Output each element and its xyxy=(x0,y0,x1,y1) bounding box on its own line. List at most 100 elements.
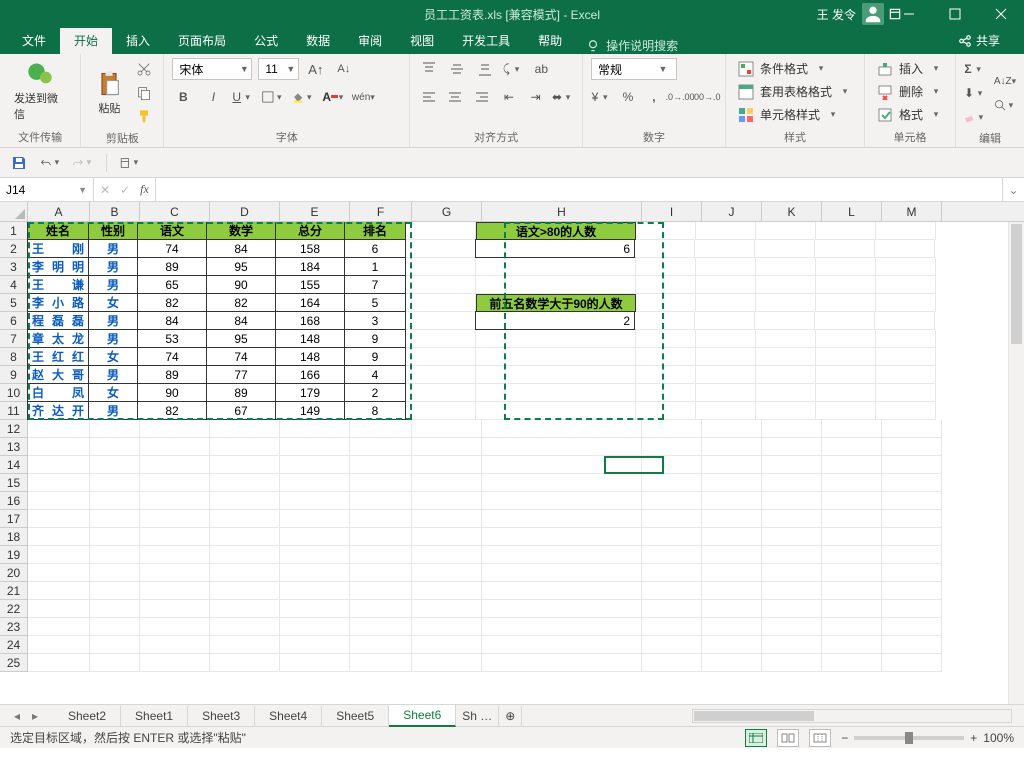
cell[interactable] xyxy=(210,420,280,438)
cell[interactable] xyxy=(476,366,636,384)
cell[interactable] xyxy=(280,510,350,528)
cell[interactable] xyxy=(882,564,942,582)
cell[interactable]: 82 xyxy=(206,293,276,312)
zoom-in-button[interactable]: + xyxy=(970,731,977,745)
cell[interactable] xyxy=(696,258,756,276)
cell[interactable] xyxy=(696,276,756,294)
cell[interactable] xyxy=(210,492,280,510)
cell[interactable]: 白 凤 xyxy=(27,383,89,402)
tab-developer[interactable]: 开发工具 xyxy=(448,27,524,54)
cell[interactable] xyxy=(350,492,412,510)
cell[interactable] xyxy=(882,456,942,474)
cell[interactable] xyxy=(816,276,876,294)
merge-button[interactable]: ⬌▾ xyxy=(552,86,574,108)
cell[interactable] xyxy=(280,636,350,654)
row-header[interactable]: 23 xyxy=(0,618,28,636)
cell[interactable]: 女 xyxy=(88,383,138,402)
cancel-formula-button[interactable]: ✕ xyxy=(100,183,110,197)
cell[interactable] xyxy=(875,240,935,258)
cell[interactable]: 90 xyxy=(206,275,276,294)
cell[interactable]: 1 xyxy=(344,257,406,276)
cell[interactable] xyxy=(210,546,280,564)
cell[interactable] xyxy=(482,618,642,636)
cell[interactable] xyxy=(280,546,350,564)
cell[interactable] xyxy=(876,330,936,348)
cell[interactable] xyxy=(762,546,822,564)
cell[interactable] xyxy=(90,510,140,528)
cell[interactable] xyxy=(280,654,350,672)
cell[interactable] xyxy=(816,258,876,276)
cell[interactable] xyxy=(636,330,696,348)
cell[interactable] xyxy=(882,474,942,492)
cell[interactable] xyxy=(412,546,482,564)
paste-button[interactable]: 粘贴 xyxy=(89,68,129,118)
cell[interactable] xyxy=(815,312,875,330)
cell[interactable]: 9 xyxy=(344,347,406,366)
cell[interactable] xyxy=(350,474,412,492)
cell[interactable] xyxy=(755,240,815,258)
cell[interactable] xyxy=(756,276,816,294)
cell[interactable]: 李 明 明 xyxy=(27,257,89,276)
cell[interactable] xyxy=(816,366,876,384)
cell[interactable]: 179 xyxy=(275,383,345,402)
cell[interactable] xyxy=(882,492,942,510)
sheet-tab[interactable]: Sheet1 xyxy=(121,706,188,726)
name-box[interactable]: J14▼ xyxy=(0,178,94,201)
cell[interactable] xyxy=(695,240,755,258)
cell[interactable]: 148 xyxy=(275,329,345,348)
enter-formula-button[interactable]: ✓ xyxy=(120,183,130,197)
cell[interactable] xyxy=(482,636,642,654)
cell[interactable] xyxy=(882,618,942,636)
cell[interactable]: 总分 xyxy=(275,222,345,240)
cell[interactable]: 男 xyxy=(88,365,138,384)
cell[interactable] xyxy=(882,600,942,618)
minimize-button[interactable] xyxy=(886,0,932,28)
cell[interactable] xyxy=(140,456,210,474)
cell[interactable]: 8 xyxy=(344,401,406,420)
cell[interactable] xyxy=(762,528,822,546)
cell[interactable] xyxy=(762,564,822,582)
cell[interactable] xyxy=(28,510,90,528)
cell[interactable] xyxy=(696,330,756,348)
cell[interactable] xyxy=(412,492,482,510)
cell[interactable] xyxy=(210,474,280,492)
tab-insert[interactable]: 插入 xyxy=(112,27,164,54)
cell[interactable] xyxy=(482,528,642,546)
cell[interactable]: 9 xyxy=(344,329,406,348)
cell[interactable] xyxy=(695,312,755,330)
cell[interactable] xyxy=(702,528,762,546)
cell[interactable] xyxy=(28,582,90,600)
cell[interactable]: 2 xyxy=(475,311,635,330)
cell[interactable] xyxy=(756,330,816,348)
cell[interactable] xyxy=(696,294,756,312)
cell[interactable] xyxy=(642,582,702,600)
cell[interactable] xyxy=(406,384,476,402)
cell[interactable]: 6 xyxy=(475,239,635,258)
col-header[interactable]: L xyxy=(822,202,882,221)
tab-review[interactable]: 审阅 xyxy=(344,27,396,54)
cell[interactable] xyxy=(350,600,412,618)
cell[interactable] xyxy=(696,348,756,366)
cell[interactable] xyxy=(140,600,210,618)
cell[interactable]: 77 xyxy=(206,365,276,384)
cell[interactable] xyxy=(822,510,882,528)
cell[interactable] xyxy=(702,618,762,636)
cell[interactable] xyxy=(702,582,762,600)
cell[interactable]: 排名 xyxy=(344,222,406,240)
cell[interactable] xyxy=(762,438,822,456)
cell[interactable] xyxy=(28,492,90,510)
increase-font-button[interactable]: A↑ xyxy=(305,58,327,80)
cell[interactable]: 65 xyxy=(137,275,207,294)
cell[interactable] xyxy=(140,420,210,438)
cell[interactable]: 程 磊 磊 xyxy=(27,311,89,330)
col-header[interactable]: D xyxy=(210,202,280,221)
cell[interactable] xyxy=(762,582,822,600)
row-header[interactable]: 20 xyxy=(0,564,28,582)
cell[interactable] xyxy=(476,330,636,348)
cell[interactable]: 74 xyxy=(206,347,276,366)
find-select-button[interactable]: ▾ xyxy=(994,94,1016,116)
cell[interactable] xyxy=(210,582,280,600)
cell[interactable] xyxy=(412,618,482,636)
touch-mode-button[interactable]: ▾ xyxy=(119,152,141,174)
cell[interactable] xyxy=(28,618,90,636)
